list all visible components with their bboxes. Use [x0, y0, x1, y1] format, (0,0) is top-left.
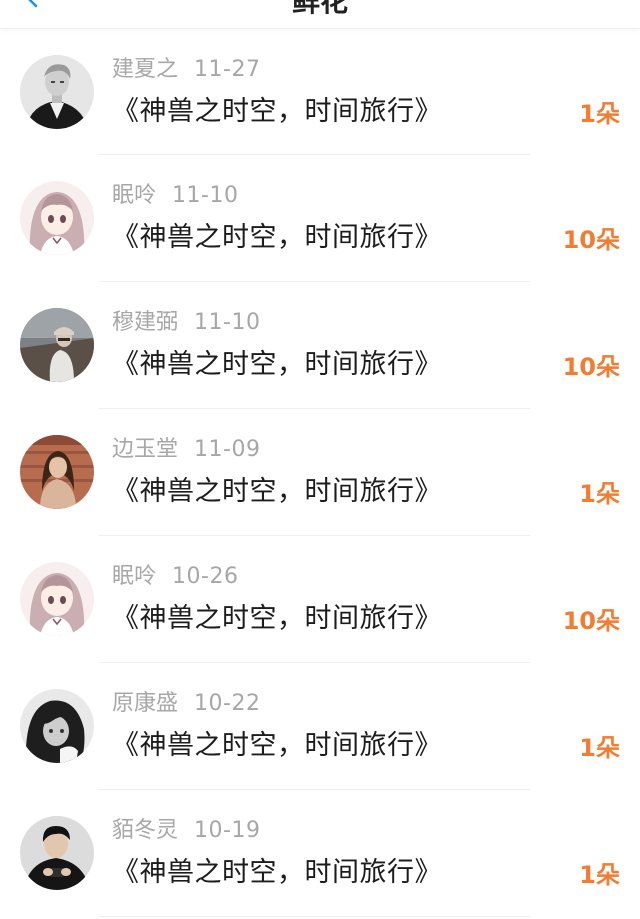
- flower-count: 10朵: [562, 607, 620, 635]
- avatar[interactable]: [20, 816, 94, 890]
- gift-meta: 眠呤 11-10: [112, 183, 238, 209]
- work-title[interactable]: 《神兽之时空，时间旅行》: [112, 475, 442, 509]
- avatar[interactable]: [20, 55, 94, 129]
- list-item[interactable]: 眠呤 10-26 《神兽之时空，时间旅行》 10朵: [0, 536, 640, 663]
- flower-count: 1朵: [579, 861, 620, 889]
- flower-count: 10朵: [562, 226, 620, 254]
- flower-count: 10朵: [562, 353, 620, 381]
- avatar[interactable]: [20, 689, 94, 763]
- avatar-boy-phone-icon: [20, 816, 94, 890]
- gift-date: 11-10: [172, 183, 239, 208]
- sender-name[interactable]: 眠呤: [112, 183, 156, 208]
- divider: [98, 916, 530, 917]
- flower-gift-list: 建夏之 11-27 《神兽之时空，时间旅行》 1朵 眠呤 11-10 《神兽之时空，…: [0, 29, 640, 917]
- avatar-girl-brown-hair-icon: [20, 435, 94, 509]
- work-title[interactable]: 《神兽之时空，时间旅行》: [112, 602, 442, 636]
- gift-date: 11-10: [194, 310, 261, 335]
- gift-date: 10-26: [172, 564, 239, 589]
- list-item[interactable]: 貊冬灵 10-19 《神兽之时空，时间旅行》 1朵: [0, 790, 640, 917]
- work-title[interactable]: 《神兽之时空，时间旅行》: [112, 348, 442, 382]
- avatar[interactable]: [20, 308, 94, 382]
- avatar[interactable]: [20, 562, 94, 636]
- sender-name[interactable]: 建夏之: [112, 57, 178, 82]
- gift-meta: 边玉堂 11-09: [112, 437, 260, 463]
- sender-name[interactable]: 原康盛: [112, 691, 178, 716]
- list-item[interactable]: 原康盛 10-22 《神兽之时空，时间旅行》 1朵: [0, 663, 640, 790]
- gift-meta: 貊冬灵 10-19: [112, 818, 260, 844]
- avatar-girl-monochrome-icon: [20, 689, 94, 763]
- list-item[interactable]: 穆建弼 11-10 《神兽之时空，时间旅行》 10朵: [0, 282, 640, 409]
- avatar-anime-girl-icon: [20, 562, 94, 636]
- flower-count: 1朵: [579, 734, 620, 762]
- sender-name[interactable]: 穆建弼: [112, 310, 178, 335]
- gift-meta: 穆建弼 11-10: [112, 310, 260, 336]
- flower-count: 1朵: [579, 480, 620, 508]
- avatar-person-outdoor-icon: [20, 308, 94, 382]
- avatar-man-icon: [20, 55, 94, 129]
- flower-count: 1朵: [579, 100, 620, 128]
- work-title[interactable]: 《神兽之时空，时间旅行》: [112, 729, 442, 763]
- avatar[interactable]: [20, 181, 94, 255]
- gift-date: 11-27: [194, 57, 261, 82]
- gift-meta: 眠呤 10-26: [112, 564, 238, 590]
- avatar[interactable]: [20, 435, 94, 509]
- gift-date: 11-09: [194, 437, 261, 462]
- sender-name[interactable]: 边玉堂: [112, 437, 178, 462]
- gift-date: 10-22: [194, 691, 261, 716]
- sender-name[interactable]: 貊冬灵: [112, 818, 178, 843]
- gift-meta: 建夏之 11-27: [112, 57, 260, 83]
- work-title[interactable]: 《神兽之时空，时间旅行》: [112, 95, 442, 129]
- list-item[interactable]: 眠呤 11-10 《神兽之时空，时间旅行》 10朵: [0, 155, 640, 282]
- top-bar: 鲜花: [0, 0, 640, 29]
- sender-name[interactable]: 眠呤: [112, 564, 156, 589]
- list-item[interactable]: 边玉堂 11-09 《神兽之时空，时间旅行》 1朵: [0, 409, 640, 536]
- gift-meta: 原康盛 10-22: [112, 691, 260, 717]
- page-title: 鲜花: [291, 0, 348, 18]
- work-title[interactable]: 《神兽之时空，时间旅行》: [112, 856, 442, 890]
- avatar-anime-girl-icon: [20, 181, 94, 255]
- list-item[interactable]: 建夏之 11-27 《神兽之时空，时间旅行》 1朵: [0, 29, 640, 155]
- work-title[interactable]: 《神兽之时空，时间旅行》: [112, 221, 442, 255]
- gift-date: 10-19: [194, 818, 261, 843]
